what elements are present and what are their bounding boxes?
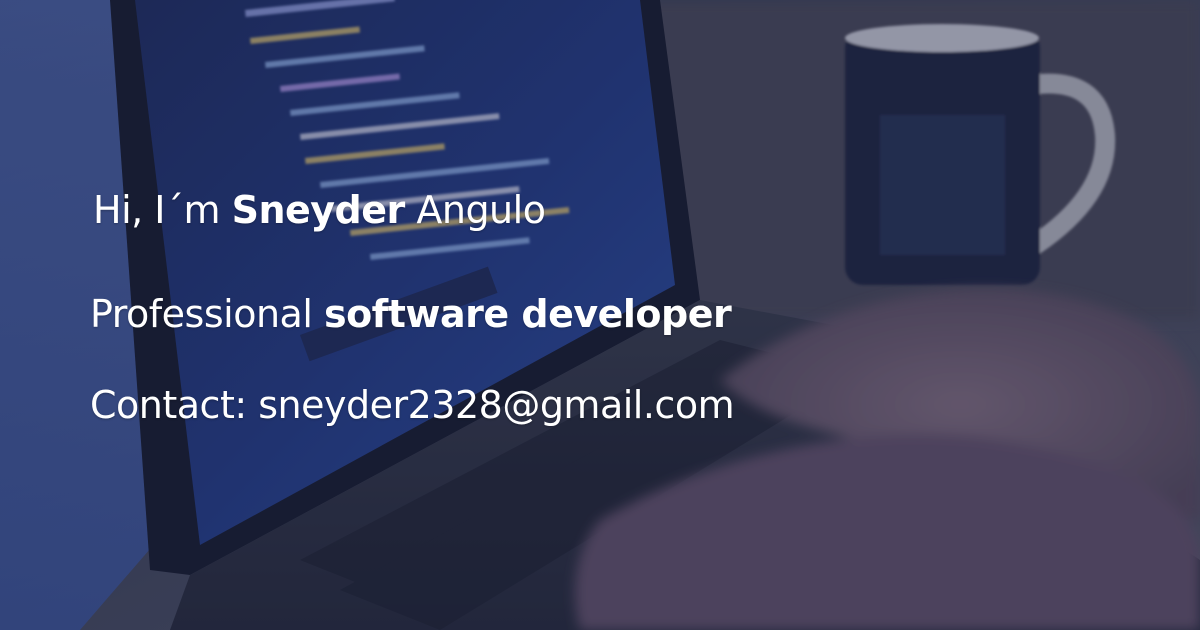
- last-name: Angulo: [404, 188, 546, 232]
- contact-label: Contact:: [90, 383, 259, 427]
- tagline: Professional software developer: [90, 292, 732, 336]
- first-name: Sneyder: [231, 188, 406, 232]
- hero-banner: Hi, I´m Sneyder Angulo Professional soft…: [0, 0, 1200, 630]
- greeting-line: Hi, I´m Sneyder Angulo: [93, 188, 546, 232]
- tagline-prefix: Professional: [90, 292, 324, 336]
- contact-email[interactable]: sneyder2328@gmail.com: [258, 383, 734, 427]
- role-title: software developer: [323, 292, 732, 336]
- greeting-prefix: Hi, I´m: [93, 188, 232, 232]
- contact-line: Contact: sneyder2328@gmail.com: [90, 383, 735, 427]
